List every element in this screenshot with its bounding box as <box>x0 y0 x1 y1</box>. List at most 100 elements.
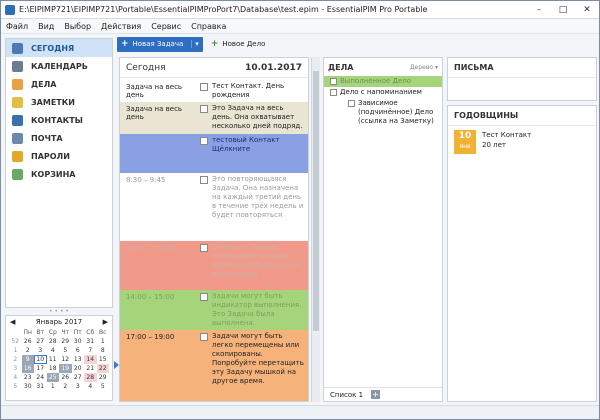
status-bar <box>1 405 599 419</box>
today-event[interactable]: Задача на весь день Тест Контакт. День ро… <box>120 80 308 102</box>
deal-checkbox[interactable] <box>330 78 337 85</box>
menu-actions[interactable]: Действия <box>96 22 146 31</box>
maximize-button[interactable]: □ <box>551 1 575 19</box>
calendar-day[interactable]: 13 <box>72 355 85 364</box>
today-event[interactable]: Задача на весь день Это Задача на весь де… <box>120 102 308 134</box>
event-checkbox[interactable] <box>200 333 208 341</box>
calendar-day[interactable]: 1 <box>47 382 60 391</box>
new-deal-button[interactable]: + Новое Дело <box>211 39 266 49</box>
scrollbar-thumb[interactable] <box>313 71 319 331</box>
calendar-day[interactable]: 14 <box>84 355 97 364</box>
calendar-day[interactable]: 29 <box>59 337 72 346</box>
calendar-day[interactable]: 18 <box>47 364 60 373</box>
menu-service[interactable]: Сервис <box>146 22 186 31</box>
calendar-day[interactable]: 5 <box>97 382 110 391</box>
sidebar-item[interactable]: СЕГОДНЯ <box>6 39 112 57</box>
calendar-day[interactable]: 28 <box>47 337 60 346</box>
calendar-day[interactable]: 10 <box>34 355 47 364</box>
anniversary-item[interactable]: 10 янв Тест Контакт 20 лет <box>448 126 596 158</box>
sidebar-item[interactable]: КАЛЕНДАРЬ <box>6 57 112 75</box>
calendar-day[interactable]: 28 <box>84 373 97 382</box>
week-col-header <box>9 328 22 337</box>
event-time <box>120 134 200 173</box>
event-checkbox[interactable] <box>200 83 208 91</box>
calendar-grid: Пн Вт Ср Чт Пт Сб Вс 52 26 27 28 29 30 31 1 1 2 3 4 5 6 7 8 2 9 1… <box>6 328 112 391</box>
today-event[interactable]: 17:00 – 19:00 Задачи могут быть легко пер… <box>120 330 308 401</box>
event-checkbox[interactable] <box>200 137 208 145</box>
menu-help[interactable]: Справка <box>186 22 231 31</box>
event-text: Задачи могут быть легко перемещены или с… <box>212 332 304 385</box>
today-event[interactable]: 12:00 – 13:00 Отметьте Задачу, отображает… <box>120 241 308 290</box>
deal-item[interactable]: Выполненное Дело <box>324 76 442 87</box>
calendar-day[interactable]: 24 <box>34 373 47 382</box>
calendar-day[interactable]: 31 <box>34 382 47 391</box>
sidebar-item[interactable]: ПАРОЛИ <box>6 147 112 165</box>
anniversaries-title: ГОДОВЩИНЫ <box>448 106 596 126</box>
deal-checkbox[interactable] <box>330 89 337 96</box>
today-event[interactable]: 14:00 – 15:00 Задачи могут быть индикатор… <box>120 290 308 330</box>
deal-item[interactable]: Зависимое (подчинённое) Дело (ссылка на … <box>324 98 442 127</box>
prev-month-icon[interactable]: ◀ <box>10 318 15 326</box>
calendar-day[interactable]: 26 <box>59 373 72 382</box>
today-event[interactable]: 8:30 – 9:45 Это повторяющаяся Задача. Она… <box>120 173 308 241</box>
calendar-day[interactable]: 9 <box>21 355 34 364</box>
calendar-day[interactable]: 4 <box>47 346 60 355</box>
today-event[interactable]: тестовый Контакт Щёлкните <box>120 134 308 173</box>
calendar-day[interactable]: 30 <box>72 337 85 346</box>
calendar-day[interactable]: 3 <box>34 346 47 355</box>
event-checkbox[interactable] <box>200 176 208 184</box>
new-task-button[interactable]: + Новая Задача ▾ <box>117 36 203 52</box>
calendar-day[interactable]: 4 <box>84 382 97 391</box>
sidebar-item[interactable]: ЗАМЕТКИ <box>6 93 112 111</box>
calendar-day[interactable]: 27 <box>34 337 47 346</box>
calendar-day[interactable]: 6 <box>72 346 85 355</box>
close-button[interactable]: ✕ <box>575 1 599 19</box>
calendar-day[interactable]: 31 <box>84 337 97 346</box>
list-tab[interactable]: Список 1 <box>330 391 363 399</box>
calendar-day[interactable]: 11 <box>47 355 60 364</box>
event-checkbox[interactable] <box>200 244 208 252</box>
minimize-button[interactable]: – <box>527 1 551 19</box>
deals-view-dropdown[interactable]: Дерево ▾ <box>410 64 438 71</box>
calendar-day[interactable]: 27 <box>72 373 85 382</box>
add-list-button[interactable]: + <box>371 390 381 399</box>
calendar-day[interactable]: 22 <box>96 364 109 373</box>
sidebar-item[interactable]: КОНТАКТЫ <box>6 111 112 129</box>
calendar-day[interactable]: 15 <box>97 355 110 364</box>
vertical-scrollbar[interactable] <box>311 57 320 402</box>
sidebar-item[interactable]: КОРЗИНА <box>6 165 112 183</box>
calendar-day[interactable]: 19 <box>59 364 72 373</box>
calendar-day[interactable]: 2 <box>22 346 35 355</box>
menu-file[interactable]: Файл <box>1 22 33 31</box>
sidebar-item-label: КОНТАКТЫ <box>31 115 83 125</box>
calendar-day[interactable]: 17 <box>34 364 47 373</box>
calendar-day[interactable]: 2 <box>59 382 72 391</box>
calendar-day[interactable]: 3 <box>72 382 85 391</box>
mini-calendar: ◀ Январь 2017 ▶ Пн Вт Ср Чт Пт Сб Вс 52 26 27 28 29… <box>5 315 113 401</box>
calendar-day[interactable]: 1 <box>97 337 110 346</box>
menu-select[interactable]: Выбор <box>59 22 96 31</box>
calendar-day[interactable]: 26 <box>22 337 35 346</box>
chevron-down-icon[interactable]: ▾ <box>191 40 199 48</box>
event-text: Это Задача на весь день. Она охватывает … <box>212 104 303 130</box>
event-checkbox[interactable] <box>200 293 208 301</box>
deal-item[interactable]: Дело с напоминанием <box>324 87 442 98</box>
next-month-icon[interactable]: ▶ <box>103 318 108 326</box>
calendar-day[interactable]: 25 <box>46 373 59 382</box>
calendar-day[interactable]: 5 <box>59 346 72 355</box>
new-task-label: Новая Задача <box>132 40 184 48</box>
calendar-day[interactable]: 7 <box>84 346 97 355</box>
deal-checkbox[interactable] <box>348 100 355 107</box>
calendar-day[interactable]: 12 <box>59 355 72 364</box>
calendar-day[interactable]: 30 <box>22 382 35 391</box>
sidebar-item[interactable]: ДЕЛА <box>6 75 112 93</box>
calendar-day[interactable]: 23 <box>22 373 35 382</box>
calendar-day[interactable]: 20 <box>72 364 85 373</box>
calendar-day[interactable]: 16 <box>21 364 34 373</box>
menu-view[interactable]: Вид <box>33 22 59 31</box>
calendar-day[interactable]: 8 <box>97 346 110 355</box>
sidebar-item[interactable]: ПОЧТА <box>6 129 112 147</box>
calendar-day[interactable]: 29 <box>97 373 110 382</box>
calendar-day[interactable]: 21 <box>84 364 97 373</box>
event-checkbox[interactable] <box>200 105 208 113</box>
